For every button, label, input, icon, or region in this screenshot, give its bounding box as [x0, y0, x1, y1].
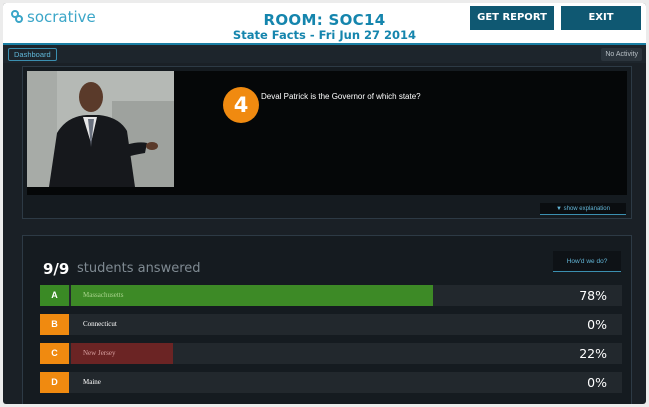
- question-number-badge: 4: [223, 87, 259, 123]
- answer-percent: 22%: [579, 346, 607, 361]
- sub-navigation-bar: [3, 45, 646, 63]
- answer-letter: C: [40, 343, 69, 364]
- question-photo: [27, 71, 174, 187]
- answer-row-c: C New Jersey 22%: [40, 343, 622, 364]
- answer-percent: 78%: [579, 288, 607, 303]
- tab-dashboard[interactable]: Dashboard: [8, 48, 57, 61]
- photo-illustration: [27, 71, 174, 187]
- show-explanation-button[interactable]: ▼ show explanation: [540, 203, 626, 215]
- answer-letter: B: [40, 314, 69, 335]
- answer-letter: D: [40, 372, 69, 393]
- header: socrative ROOM: SOC14 State Facts - Fri …: [3, 3, 646, 45]
- question-content: 4 Deval Patrick is the Governor of which…: [27, 71, 627, 195]
- answer-bar: [71, 285, 433, 306]
- answer-text: Massachusetts: [83, 291, 124, 299]
- answer-text: Maine: [83, 378, 101, 386]
- answer-text: Connecticut: [83, 320, 117, 328]
- activity-status-badge: No Activity: [601, 48, 642, 61]
- answered-count: 9/9: [43, 260, 70, 278]
- answer-row-b: B Connecticut 0%: [40, 314, 622, 335]
- answer-percent: 0%: [587, 317, 607, 332]
- exit-button[interactable]: EXIT: [561, 6, 641, 30]
- answer-row-d: D Maine 0%: [40, 372, 622, 393]
- answer-row-a: A Massachusetts 78%: [40, 285, 622, 306]
- app-window: socrative ROOM: SOC14 State Facts - Fri …: [3, 3, 646, 404]
- question-panel: 4 Deval Patrick is the Governor of which…: [22, 66, 632, 219]
- get-report-button[interactable]: GET REPORT: [470, 6, 554, 30]
- question-text: Deval Patrick is the Governor of which s…: [261, 92, 421, 101]
- activity-subtitle: State Facts - Fri Jun 27 2014: [232, 28, 417, 42]
- answered-label: students answered: [77, 261, 201, 276]
- answer-percent: 0%: [587, 375, 607, 390]
- answer-letter: A: [40, 285, 69, 306]
- results-panel: 9/9 students answered How'd we do? A Mas…: [22, 235, 632, 404]
- answer-text: New Jersey: [83, 349, 116, 357]
- how-did-we-do-button[interactable]: How'd we do?: [553, 251, 621, 272]
